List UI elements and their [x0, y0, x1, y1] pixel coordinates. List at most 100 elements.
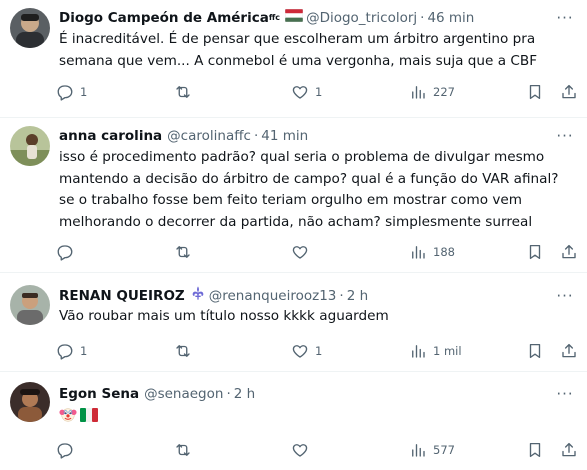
retweet-icon: [176, 444, 190, 456]
heart-icon: [292, 345, 308, 358]
retweet-icon: [176, 86, 190, 98]
bookmark-button[interactable]: [526, 240, 544, 264]
author-name-suffix: ffc: [268, 13, 281, 22]
tweet-text: É inacreditável. É de pensar que escolhe…: [59, 31, 538, 69]
share-button[interactable]: [560, 80, 578, 104]
retweet-button[interactable]: [174, 240, 198, 264]
tweet-text: isso é procedimento padrão? qual seria o…: [59, 149, 559, 230]
like-button[interactable]: 1: [291, 80, 322, 104]
action-bar: 1 1 227: [50, 80, 587, 104]
views-button[interactable]: 227: [409, 80, 455, 104]
bookmark-button[interactable]: [526, 438, 544, 462]
reply-button[interactable]: 1: [56, 80, 87, 104]
views-chart-icon: [412, 86, 425, 99]
like-button[interactable]: 1: [291, 339, 322, 363]
reply-icon: [57, 85, 73, 101]
views-count: 1 mil: [433, 344, 462, 358]
views-count: 227: [433, 85, 455, 99]
share-icon: [562, 84, 576, 99]
avatar[interactable]: [10, 126, 50, 166]
like-count: 1: [315, 344, 323, 358]
author-handle[interactable]: @renanqueirooz13: [209, 286, 337, 306]
share-button[interactable]: [560, 438, 578, 462]
author-handle[interactable]: @senaegon: [144, 384, 223, 404]
timestamp[interactable]: 2 h: [234, 384, 255, 404]
action-bar: 1 1 1 mil: [50, 339, 587, 363]
share-button[interactable]: [560, 240, 578, 264]
views-count: 577: [433, 443, 455, 457]
heart-icon: [292, 444, 308, 457]
tweet-header: RENAN QUEIROZ @renanqueirooz13 · 2 h: [59, 286, 547, 306]
tweet-text: Vão roubar mais um título nosso kkkk agu…: [59, 308, 389, 324]
bookmark-icon: [529, 442, 541, 458]
separator-dot: ·: [420, 10, 425, 26]
italy-flag-emoji: [80, 406, 98, 428]
hungary-flag-icon: [284, 8, 304, 28]
views-count: 188: [433, 245, 455, 259]
tweet-header: Diogo Campeón de América ffc @Diogo_tric…: [59, 8, 547, 28]
tweet[interactable]: Egon Sena @senaegon · 2 h ··· 577: [0, 372, 587, 470]
reply-button[interactable]: [56, 438, 80, 462]
bookmark-icon: [529, 84, 541, 100]
heart-icon: [292, 246, 308, 259]
tweet[interactable]: RENAN QUEIROZ @renanqueirooz13 · 2 h ···…: [0, 273, 587, 372]
avatar[interactable]: [10, 285, 50, 325]
like-button[interactable]: [291, 240, 315, 264]
reply-icon: [57, 344, 73, 360]
views-button[interactable]: 1 mil: [409, 339, 462, 363]
retweet-icon: [176, 345, 190, 357]
reply-feed: Diogo Campeón de América ffc @Diogo_tric…: [0, 0, 587, 470]
views-chart-icon: [412, 345, 425, 358]
tweet-header: anna carolina @carolinaffc · 41 min: [59, 126, 547, 146]
avatar[interactable]: [10, 382, 50, 422]
tweet-emojis: [59, 406, 98, 428]
separator-dot: ·: [253, 128, 259, 144]
bookmark-button[interactable]: [526, 80, 544, 104]
avatar[interactable]: [10, 8, 50, 48]
separator-dot: ·: [339, 288, 344, 304]
share-icon: [562, 244, 576, 259]
bookmark-icon: [529, 343, 541, 359]
retweet-button[interactable]: [174, 438, 198, 462]
retweet-button[interactable]: [174, 80, 198, 104]
views-button[interactable]: 577: [409, 438, 455, 462]
more-options-icon[interactable]: ···: [555, 8, 575, 28]
author-name[interactable]: Diogo Campeón de América: [59, 8, 269, 28]
clown-face-emoji: [59, 406, 77, 428]
timestamp[interactable]: 41 min: [261, 126, 308, 146]
retweet-icon: [176, 246, 190, 258]
fleur-de-lis-icon: [190, 285, 206, 307]
author-name[interactable]: RENAN QUEIROZ: [59, 286, 185, 306]
views-button[interactable]: 188: [409, 240, 455, 264]
more-options-icon[interactable]: ···: [555, 384, 575, 404]
heart-icon: [292, 86, 308, 99]
reply-count: 1: [80, 344, 88, 358]
tweet[interactable]: Diogo Campeón de América ffc @Diogo_tric…: [0, 0, 587, 118]
like-count: 1: [315, 85, 323, 99]
reply-count: 1: [80, 85, 88, 99]
like-button[interactable]: [291, 438, 315, 462]
separator-dot: ·: [226, 386, 231, 402]
share-icon: [562, 442, 576, 457]
share-button[interactable]: [560, 339, 578, 363]
retweet-button[interactable]: [174, 339, 198, 363]
timestamp[interactable]: 2 h: [347, 286, 368, 306]
bookmark-icon: [529, 244, 541, 260]
timestamp[interactable]: 46 min: [427, 8, 474, 28]
views-chart-icon: [412, 444, 425, 457]
reply-button[interactable]: 1: [56, 339, 87, 363]
reply-icon: [57, 443, 73, 459]
more-options-icon[interactable]: ···: [555, 126, 575, 146]
reply-button[interactable]: [56, 240, 80, 264]
bookmark-button[interactable]: [526, 339, 544, 363]
author-handle[interactable]: @carolinaffc: [167, 126, 251, 146]
author-handle[interactable]: @Diogo_tricolorj: [306, 8, 417, 28]
action-bar: 188: [50, 240, 587, 264]
reply-icon: [57, 245, 73, 261]
more-options-icon[interactable]: ···: [555, 286, 575, 306]
tweet[interactable]: anna carolina @carolinaffc · 41 min ··· …: [0, 118, 587, 273]
views-chart-icon: [412, 246, 425, 259]
author-name[interactable]: anna carolina: [59, 126, 162, 146]
tweet-header: Egon Sena @senaegon · 2 h: [59, 384, 547, 404]
author-name[interactable]: Egon Sena: [59, 384, 139, 404]
